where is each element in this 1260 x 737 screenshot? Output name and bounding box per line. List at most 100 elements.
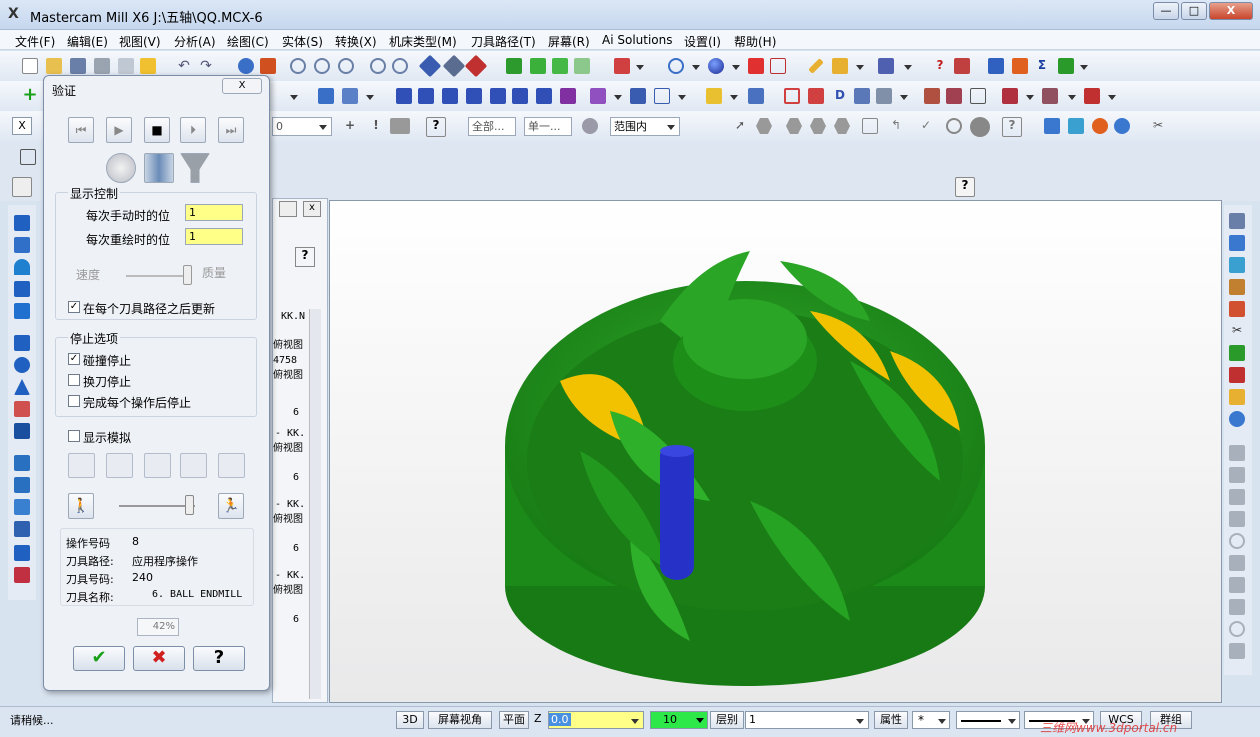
maximize-button[interactable]: □ — [1181, 2, 1207, 20]
hatch-icon[interactable] — [924, 88, 940, 104]
new-file-icon[interactable] — [22, 58, 38, 74]
ok-button[interactable]: ✔ — [73, 646, 125, 671]
bottle-icon[interactable] — [1084, 88, 1100, 104]
sphere-blue-icon[interactable] — [1114, 118, 1130, 134]
mask-icon[interactable] — [390, 118, 410, 134]
level-combo[interactable]: 1 — [745, 711, 869, 729]
surface-finish-icon[interactable] — [512, 88, 528, 104]
screen-view-button[interactable]: 屏幕视角 — [428, 711, 492, 729]
solid-manager-icon[interactable] — [12, 177, 32, 197]
tool-display-icon[interactable] — [106, 153, 136, 183]
cone-icon[interactable] — [14, 379, 30, 395]
step-forward-button[interactable]: ⏵ — [180, 117, 206, 143]
stop-button[interactable]: ■ — [144, 117, 170, 143]
analyze-dropdown-icon[interactable] — [904, 65, 912, 70]
curve-icon[interactable] — [1229, 367, 1245, 383]
menu-edit[interactable]: 编辑(E) — [67, 33, 108, 50]
speed-quality-slider[interactable] — [183, 265, 192, 285]
note-icon[interactable] — [854, 88, 870, 104]
lamp-dropdown-icon[interactable] — [730, 95, 738, 100]
table-icon[interactable] — [970, 88, 986, 104]
plane-button[interactable]: 平面 — [499, 711, 529, 729]
level-icon[interactable] — [988, 58, 1004, 74]
walk-speed-icon[interactable]: 🚶 — [68, 493, 94, 519]
select-all-combo[interactable]: 全部... — [468, 117, 516, 136]
revolve-icon[interactable] — [14, 521, 30, 537]
save-icon[interactable] — [70, 58, 86, 74]
run-dropdown-icon[interactable] — [1080, 65, 1088, 70]
level-button[interactable]: 层别 — [710, 711, 744, 729]
menu-create[interactable]: 绘图(C) — [227, 33, 269, 50]
iso-view-icon[interactable] — [506, 58, 522, 74]
sketch-icon[interactable] — [832, 58, 848, 74]
select-single-combo[interactable]: 单一... — [524, 117, 572, 136]
menu-settings[interactable]: 设置(I) — [684, 33, 721, 50]
trim-icon[interactable] — [654, 88, 670, 104]
zoom-window-icon[interactable] — [290, 58, 306, 74]
view-dropdown-icon[interactable] — [636, 65, 644, 70]
stop-collision-checkbox[interactable]: ✓ — [68, 353, 80, 365]
shape-tool-icon[interactable] — [14, 303, 30, 319]
print-icon[interactable] — [94, 58, 110, 74]
point-icon[interactable] — [14, 215, 30, 231]
shaded-solid-icon[interactable] — [748, 58, 764, 74]
shading-dropdown-icon[interactable] — [732, 65, 740, 70]
help-query-icon[interactable]: ? — [932, 58, 948, 74]
plane-icon[interactable] — [14, 401, 30, 417]
mark-icon[interactable] — [1042, 88, 1058, 104]
brush-icon[interactable] — [1229, 279, 1245, 295]
axis-dropdown-icon[interactable] — [366, 95, 374, 100]
box-icon[interactable] — [14, 423, 30, 439]
line-icon[interactable] — [14, 237, 30, 253]
face-select-icon[interactable] — [810, 118, 826, 134]
manual-step-input[interactable]: 1 — [185, 204, 243, 221]
sigma-icon[interactable]: Σ — [1034, 58, 1050, 74]
gear-icon[interactable] — [582, 118, 598, 134]
menu-file[interactable]: 文件(F) — [15, 33, 55, 50]
down-arrow-icon[interactable] — [14, 281, 30, 297]
menu-toolpaths[interactable]: 刀具路径(T) — [471, 33, 536, 50]
axis-icon[interactable] — [342, 88, 358, 104]
graphics-viewport[interactable] — [329, 200, 1222, 703]
boolean-icon[interactable] — [14, 567, 30, 583]
no-select-icon[interactable] — [946, 118, 962, 134]
body-select-icon[interactable] — [862, 118, 878, 134]
menu-ai-solutions[interactable]: Ai Solutions — [602, 33, 673, 47]
globe-icon[interactable] — [668, 58, 684, 74]
sphere-orange-icon[interactable] — [1092, 118, 1108, 134]
pencil2-icon[interactable] — [1229, 389, 1245, 405]
zoom-in-icon[interactable] — [338, 58, 354, 74]
loft-icon[interactable] — [14, 499, 30, 515]
pencil-icon[interactable] — [808, 58, 824, 74]
house-dropdown-icon[interactable] — [900, 95, 908, 100]
z-depth-input[interactable]: 0.0 — [548, 711, 644, 729]
solid-icon[interactable] — [20, 149, 36, 165]
dynamic-rotate-icon[interactable] — [442, 54, 466, 78]
help-button[interactable]: ? — [193, 646, 245, 671]
rectangle-icon[interactable] — [14, 335, 30, 351]
3d-button[interactable]: 3D — [396, 711, 424, 729]
highlight-icon[interactable] — [140, 58, 156, 74]
globe-dropdown-icon[interactable] — [692, 65, 700, 70]
nest-icon[interactable] — [630, 88, 646, 104]
panel-help-icon[interactable]: ? — [295, 247, 315, 267]
green-cube-icon[interactable] — [1229, 345, 1245, 361]
menu-analyze[interactable]: 分析(A) — [174, 33, 216, 50]
zoom-out-icon[interactable] — [370, 58, 386, 74]
repaint-icon[interactable] — [260, 58, 276, 74]
list-icon[interactable] — [808, 88, 824, 104]
add-icon[interactable]: + — [22, 86, 38, 104]
viewport-help-icon[interactable]: ? — [955, 177, 975, 197]
holder-display-icon[interactable] — [180, 153, 210, 183]
panel-menu-icon[interactable] — [279, 201, 297, 217]
sphere-select-icon[interactable] — [970, 117, 990, 137]
run-speed-icon[interactable]: 🏃 — [218, 493, 244, 519]
front-view-icon[interactable] — [552, 58, 568, 74]
pocket-icon[interactable] — [442, 88, 458, 104]
stop-after-op-checkbox[interactable] — [68, 395, 80, 407]
select-help-icon[interactable]: ? — [1002, 117, 1022, 137]
cylinder-icon[interactable] — [14, 357, 30, 373]
face-icon[interactable] — [466, 88, 482, 104]
back-select-icon[interactable]: ↰ — [888, 118, 904, 134]
zoom-fit-icon[interactable] — [314, 58, 330, 74]
